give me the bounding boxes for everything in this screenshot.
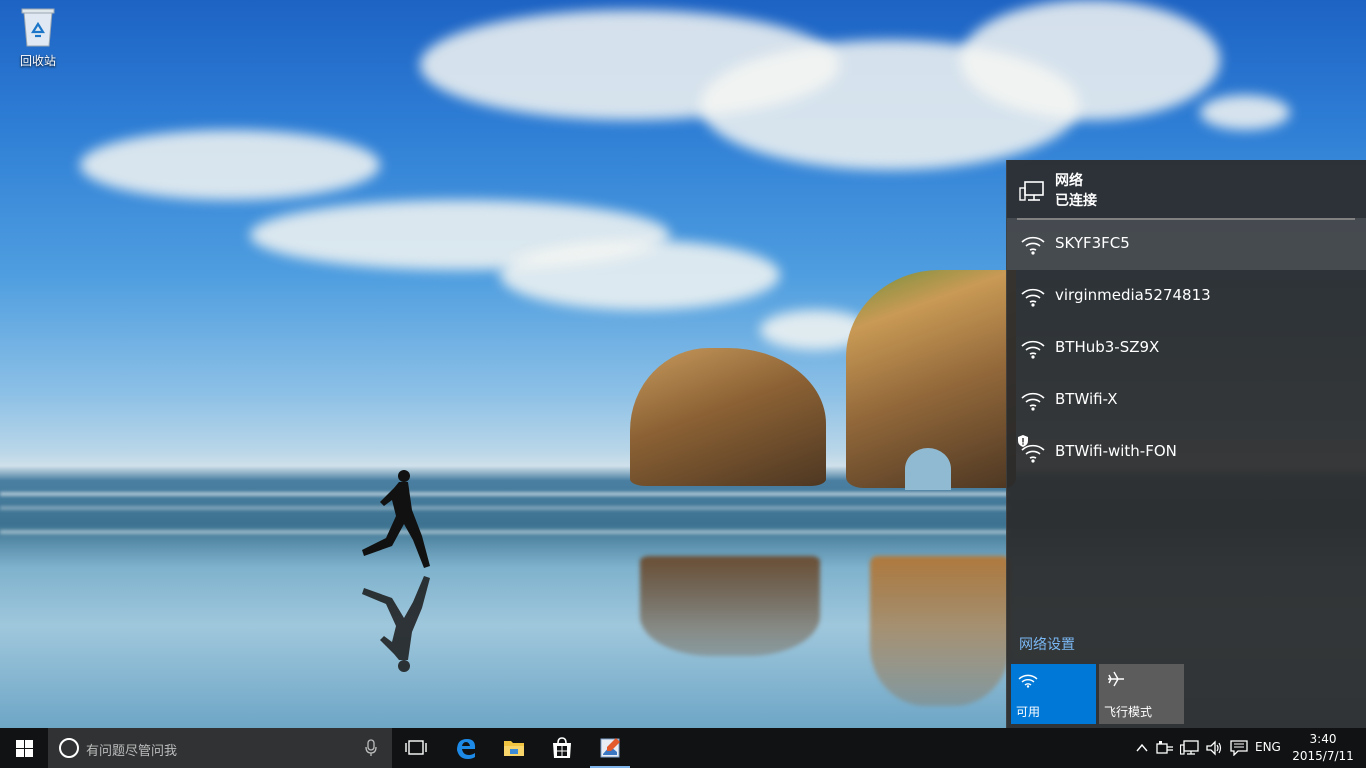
power-tray-button[interactable] [1154,728,1176,768]
wallpaper-wave [0,530,1010,534]
wired-network-icon [1019,181,1044,201]
network-connection-status: 已连接 [1055,193,1097,209]
volume-tray-button[interactable] [1204,728,1226,768]
task-view-icon [405,740,427,755]
cortana-icon [59,738,79,758]
speaker-icon [1206,740,1222,756]
network-item-virginmedia5274813[interactable]: virginmedia5274813 [1007,270,1366,322]
recycle-bin-shortcut[interactable]: 回收站 [10,6,66,69]
taskbar-file-explorer-button[interactable] [490,728,538,768]
show-hidden-icons-button[interactable] [1132,728,1152,768]
airplane-icon [1108,671,1124,687]
wallpaper-wave [0,492,1010,496]
paint-app-icon [600,738,620,758]
wallpaper-cloud [960,0,1220,120]
taskbar: 有问题尽管问我 ENG 3:40 2015/7/11 [0,728,1366,768]
taskbar-edge-button[interactable] [442,728,490,768]
network-item-skyf3fc5[interactable]: SKYF3FC5 [1007,218,1366,270]
cortana-search-box[interactable]: 有问题尽管问我 [48,728,392,768]
store-icon [553,737,571,758]
wallpaper-runner-reflection [362,576,430,672]
wallpaper-rock-arch [905,448,951,490]
network-ssid: SKYF3FC5 [1055,234,1130,252]
windows-logo-icon [16,740,33,757]
wallpaper-cloud [1200,95,1290,130]
shield-warning-icon [1018,435,1028,447]
network-ssid: virginmedia5274813 [1055,286,1211,304]
clock-time: 3:40 [1309,732,1337,746]
task-view-button[interactable] [392,728,440,768]
chevron-up-icon [1136,743,1148,752]
recycle-bin-icon [21,6,55,48]
wallpaper-runner [362,470,430,568]
recycle-bin-label: 回收站 [19,54,56,68]
taskbar-store-button[interactable] [538,728,586,768]
edge-icon [457,739,476,759]
network-item-btwifi-with-fon[interactable]: BTWifi-with-FON [1007,426,1366,478]
wallpaper-cloud [80,130,380,200]
wallpaper-reflection [640,556,820,656]
wifi-icon [1018,674,1038,688]
taskbar-paint-button[interactable] [586,728,634,768]
network-item-bthub3-sz9x[interactable]: BTHub3-SZ9X [1007,322,1366,374]
airplane-mode-label: 飞行模式 [1104,705,1153,719]
taskbar-clock[interactable]: 3:40 2015/7/11 [1288,731,1358,765]
network-settings-link[interactable]: 网络设置 [1019,634,1075,654]
file-explorer-icon [504,741,524,756]
wired-network-icon [1180,740,1199,755]
wifi-quick-action-label: 可用 [1016,705,1041,719]
network-ssid: BTWifi-with-FON [1055,442,1177,460]
clock-date: 2015/7/11 [1292,749,1354,763]
network-ssid: BTWifi-X [1055,390,1118,408]
network-connection-header[interactable]: 网络 已连接 [1017,168,1355,220]
wallpaper-cloud [500,240,780,310]
input-language-indicator[interactable]: ENG [1255,740,1281,754]
network-flyout: 网络 已连接 SKYF3FC5 virginmedia5274813 BTHub… [1006,160,1366,728]
notification-icon [1230,740,1248,756]
start-button[interactable] [0,728,48,768]
wifi-signal-icon [1021,288,1045,307]
wifi-signal-icon [1021,392,1045,411]
network-ssid: BTHub3-SZ9X [1055,338,1160,356]
wallpaper-wave [0,506,1010,510]
action-center-button[interactable] [1228,728,1250,768]
wifi-quick-action-button[interactable]: 可用 [1011,664,1096,724]
network-item-btwifi-x[interactable]: BTWifi-X [1007,374,1366,426]
network-flyout-title: 网络 [1055,173,1083,189]
wifi-signal-icon [1021,340,1045,359]
power-plug-icon [1156,741,1173,754]
wallpaper-reflection [870,556,1010,706]
wallpaper-rock [630,348,826,486]
network-tray-button[interactable] [1178,728,1202,768]
search-placeholder: 有问题尽管问我 [86,744,178,759]
microphone-icon[interactable] [364,739,378,757]
airplane-mode-button[interactable]: 飞行模式 [1099,664,1184,724]
wifi-signal-icon [1021,236,1045,255]
